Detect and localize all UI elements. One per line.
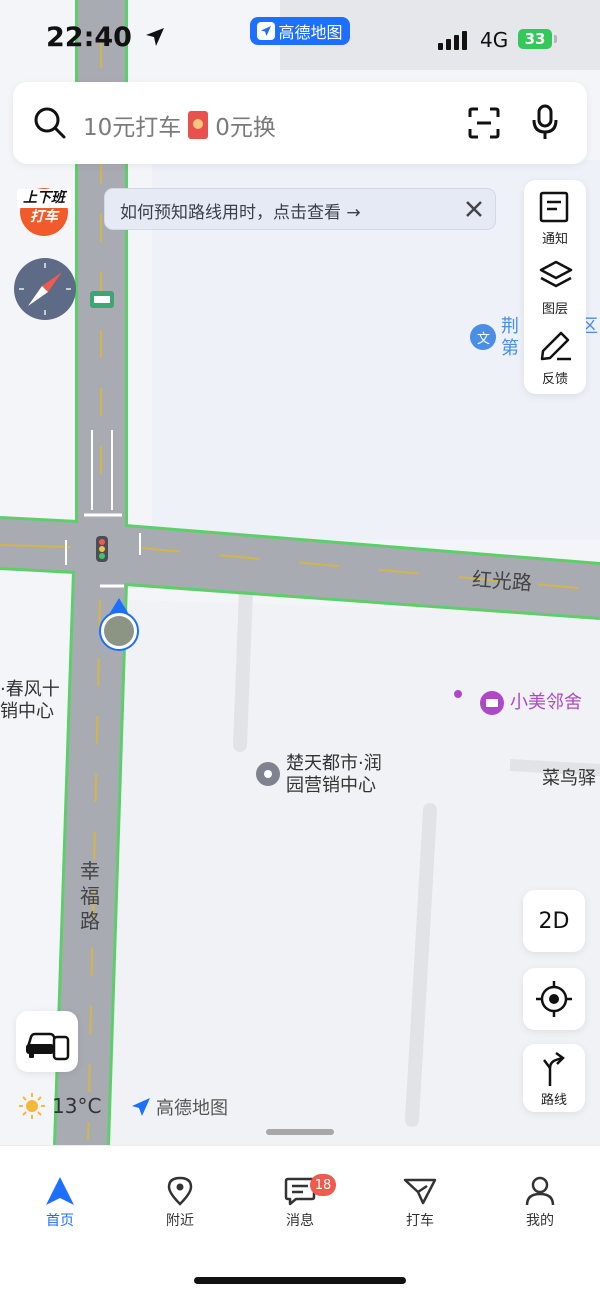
road-label-hongguang: 红光路 bbox=[471, 566, 533, 596]
poi-cainiao-label[interactable]: 菜鸟驿 bbox=[542, 768, 596, 790]
poi-chunfeng-label[interactable]: ·春风十 销中心 bbox=[0, 679, 60, 723]
compass-button[interactable] bbox=[14, 258, 76, 320]
compass-icon bbox=[19, 263, 71, 315]
taxi-plane-icon bbox=[403, 1178, 437, 1205]
tip-text[interactable]: 如何预知路线用时，点击查看 → bbox=[120, 198, 361, 223]
drawer-handle[interactable] bbox=[266, 1129, 334, 1135]
notify-button[interactable]: 通知 bbox=[524, 180, 586, 250]
location-arrow-icon bbox=[146, 28, 165, 46]
amap-watermark-text: 高德地图 bbox=[156, 1098, 228, 1119]
battery-icon: 33 bbox=[518, 29, 552, 49]
route-fork-icon bbox=[543, 1051, 565, 1086]
status-bar: 22:40 高德地图 4G 33 bbox=[0, 0, 600, 80]
locate-crosshair-icon bbox=[536, 981, 572, 1017]
tab-profile-label: 我的 bbox=[526, 1213, 554, 1229]
search-bar[interactable]: 10元打车 0元换 bbox=[13, 82, 587, 164]
map-view[interactable]: 文 红光路 幸 福 路 楚天都市·润 园营销中心 ·春风十 销中心 小美邻舍 菜… bbox=[0, 0, 600, 1145]
tab-messages-label: 消息 bbox=[286, 1213, 314, 1229]
signal-icon bbox=[438, 31, 467, 50]
temperature: 13°C bbox=[52, 1094, 102, 1118]
app-switch-pill[interactable]: 高德地图 bbox=[250, 17, 350, 45]
network-type: 4G bbox=[480, 28, 509, 52]
tab-messages[interactable]: 消息 18 bbox=[260, 1174, 340, 1246]
tab-taxi-label: 打车 bbox=[406, 1213, 434, 1229]
amap-logo-icon bbox=[257, 22, 276, 40]
route-label: 路线 bbox=[540, 1093, 567, 1108]
amap-watermark-icon bbox=[132, 1098, 150, 1116]
tab-home[interactable]: 首页 bbox=[20, 1176, 100, 1246]
tab-home-label: 首页 bbox=[46, 1213, 74, 1229]
route-time-tip[interactable]: 如何预知路线用时，点击查看 → bbox=[104, 188, 496, 230]
commute-badge-line1: 上下班 bbox=[17, 189, 71, 208]
battery-tip bbox=[554, 35, 557, 43]
tab-nearby[interactable]: 附近 bbox=[140, 1176, 220, 1246]
map-tools-panel: 通知 图层 反馈 bbox=[524, 180, 586, 394]
commute-taxi-badge[interactable]: 上下班 打车 bbox=[17, 185, 71, 237]
commute-badge-line2: 打车 bbox=[30, 209, 58, 225]
tab-taxi[interactable]: 打车 bbox=[380, 1176, 460, 1246]
locate-button[interactable] bbox=[523, 968, 585, 1030]
svg-text:文: 文 bbox=[477, 332, 490, 347]
message-count-badge: 18 bbox=[310, 1174, 336, 1196]
layers-label: 图层 bbox=[541, 302, 568, 317]
close-icon[interactable] bbox=[460, 195, 488, 223]
weather-widget[interactable]: 13°C bbox=[18, 1092, 101, 1120]
search-placeholder[interactable]: 10元打车 0元换 bbox=[83, 108, 276, 142]
scan-icon[interactable] bbox=[468, 107, 500, 139]
sun-icon bbox=[19, 1093, 45, 1119]
feedback-button[interactable]: 反馈 bbox=[524, 320, 586, 390]
search-icon bbox=[34, 107, 66, 139]
amap-watermark: 高德地图 bbox=[130, 1094, 228, 1120]
red-envelope-icon bbox=[188, 111, 209, 139]
tab-nearby-label: 附近 bbox=[166, 1213, 194, 1229]
poi-jing-label[interactable]: 荆 第 bbox=[501, 316, 519, 360]
bottom-tab-bar: 首页 附近 消息 18 打车 我的 bbox=[0, 1145, 600, 1299]
home-navigate-icon bbox=[46, 1177, 74, 1205]
poi-xiaomei-label[interactable]: 小美邻舍 bbox=[510, 692, 582, 714]
route-button[interactable]: 路线 bbox=[523, 1044, 585, 1112]
layers-button[interactable]: 图层 bbox=[524, 250, 586, 320]
tab-profile[interactable]: 我的 bbox=[500, 1176, 580, 1246]
feedback-pencil-icon bbox=[540, 331, 571, 361]
status-time: 22:40 bbox=[46, 22, 166, 53]
notify-icon bbox=[539, 191, 569, 223]
microphone-icon[interactable] bbox=[531, 104, 559, 142]
location-pin-icon bbox=[167, 1176, 193, 1206]
car-phone-icon bbox=[26, 1032, 70, 1061]
layers-icon bbox=[539, 260, 573, 288]
feedback-label: 反馈 bbox=[541, 372, 568, 387]
home-indicator[interactable] bbox=[194, 1277, 406, 1284]
road-label-xingfu: 幸 福 路 bbox=[80, 859, 100, 933]
user-icon bbox=[525, 1176, 555, 1206]
car-phone-button[interactable] bbox=[16, 1011, 78, 1072]
notify-label: 通知 bbox=[541, 232, 568, 247]
poi-chutian-label[interactable]: 楚天都市·润 园营销中心 bbox=[286, 753, 382, 797]
view-mode-2d-button[interactable]: 2D bbox=[523, 890, 585, 952]
